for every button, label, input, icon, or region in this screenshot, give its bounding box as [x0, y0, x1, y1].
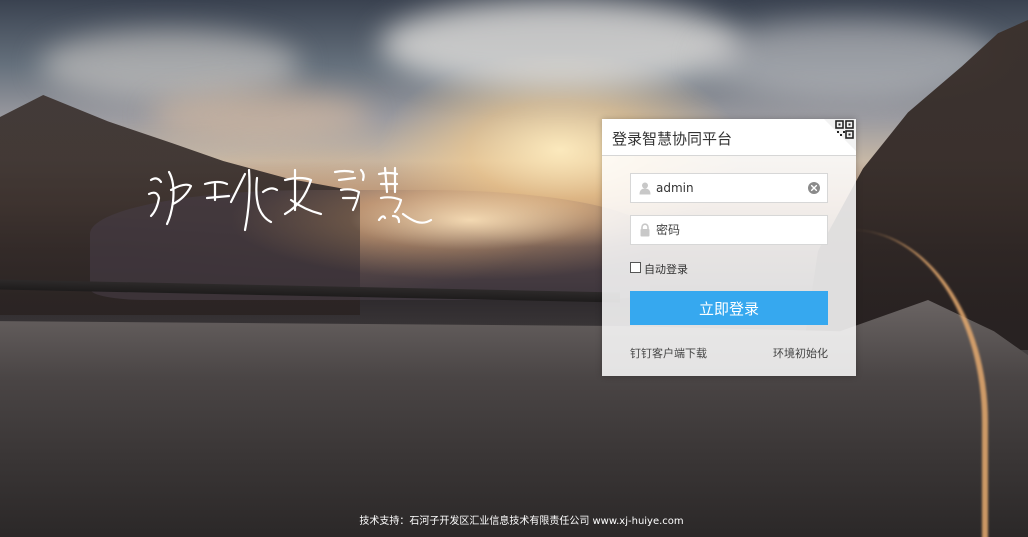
- auto-login-checkbox[interactable]: [630, 262, 641, 273]
- environment-init-link[interactable]: 环境初始化: [773, 345, 828, 361]
- cloud: [150, 90, 370, 140]
- background-landscape: [0, 0, 1028, 537]
- username-field[interactable]: [630, 173, 828, 203]
- auto-login-label: 自动登录: [644, 263, 688, 276]
- dingtalk-download-link[interactable]: 钉钉客户端下载: [630, 345, 707, 361]
- user-icon: [639, 182, 651, 195]
- footer-support-text: 技术支持：石河子开发区汇业信息技术有限责任公司 www.xj-huiye.com: [359, 516, 684, 527]
- qr-code-icon[interactable]: [824, 119, 856, 151]
- password-input[interactable]: [656, 216, 801, 244]
- password-field[interactable]: [630, 215, 828, 245]
- clear-icon[interactable]: [808, 182, 820, 194]
- calligraphy-slogan-graphic: [147, 166, 433, 232]
- panel-header: 登录智慧协同平台: [602, 119, 856, 156]
- cloud: [380, 0, 740, 90]
- username-input[interactable]: [656, 174, 801, 202]
- login-button[interactable]: 立即登录: [630, 291, 828, 325]
- lock-icon: [640, 223, 650, 237]
- login-panel: 登录智慧协同平台 admin 自动登录 立即登录 钉钉客户端下载 环境初始化: [602, 119, 856, 376]
- panel-title: 登录智慧协同平台: [612, 130, 733, 148]
